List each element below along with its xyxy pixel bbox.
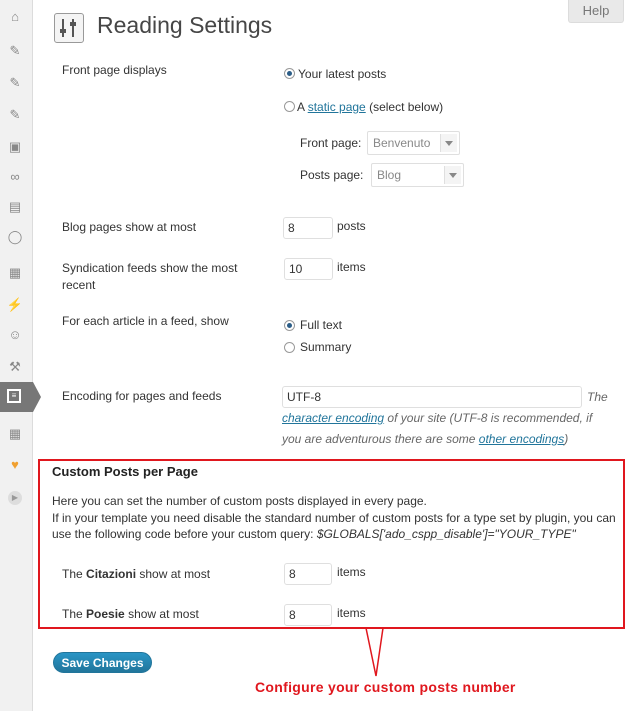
custom-post-pin-icon-2[interactable]: ✎ [4,104,26,126]
callout-text: Configure your custom posts number [255,679,516,695]
collapse-menu-icon[interactable]: ▶ [4,485,26,507]
admin-sidebar: ⌂ ✎ ✎ ✎ ▣ ∞ ▤ ◯ ▦ ⚡ ☺ ⚒ ≡ ▦ ♥ ▶ [0,0,41,711]
main-content: Help Reading Settings Front page display… [38,0,628,711]
plugin-custom-icon[interactable]: ♥ [4,454,26,476]
posts-pin-icon[interactable]: ✎ [4,40,26,62]
callout-arrow-shape [365,627,384,677]
pages-icon[interactable]: ▤ [4,196,26,218]
widgets-icon[interactable]: ▦ [4,423,26,445]
dashboard-icon[interactable]: ⌂ [4,6,26,28]
plugins-icon[interactable]: ⚡ [4,294,26,316]
appearance-icon[interactable]: ▦ [4,262,26,284]
settings-menu-active[interactable]: ≡ [0,382,33,412]
settings-icon: ≡ [7,389,21,403]
users-icon[interactable]: ☺ [4,324,26,346]
callout-pointer [365,627,384,677]
custom-post-pin-icon[interactable]: ✎ [4,72,26,94]
tools-icon[interactable]: ⚒ [4,356,26,378]
links-icon[interactable]: ∞ [4,166,26,188]
comments-icon[interactable]: ◯ [4,226,26,248]
media-icon[interactable]: ▣ [4,136,26,158]
